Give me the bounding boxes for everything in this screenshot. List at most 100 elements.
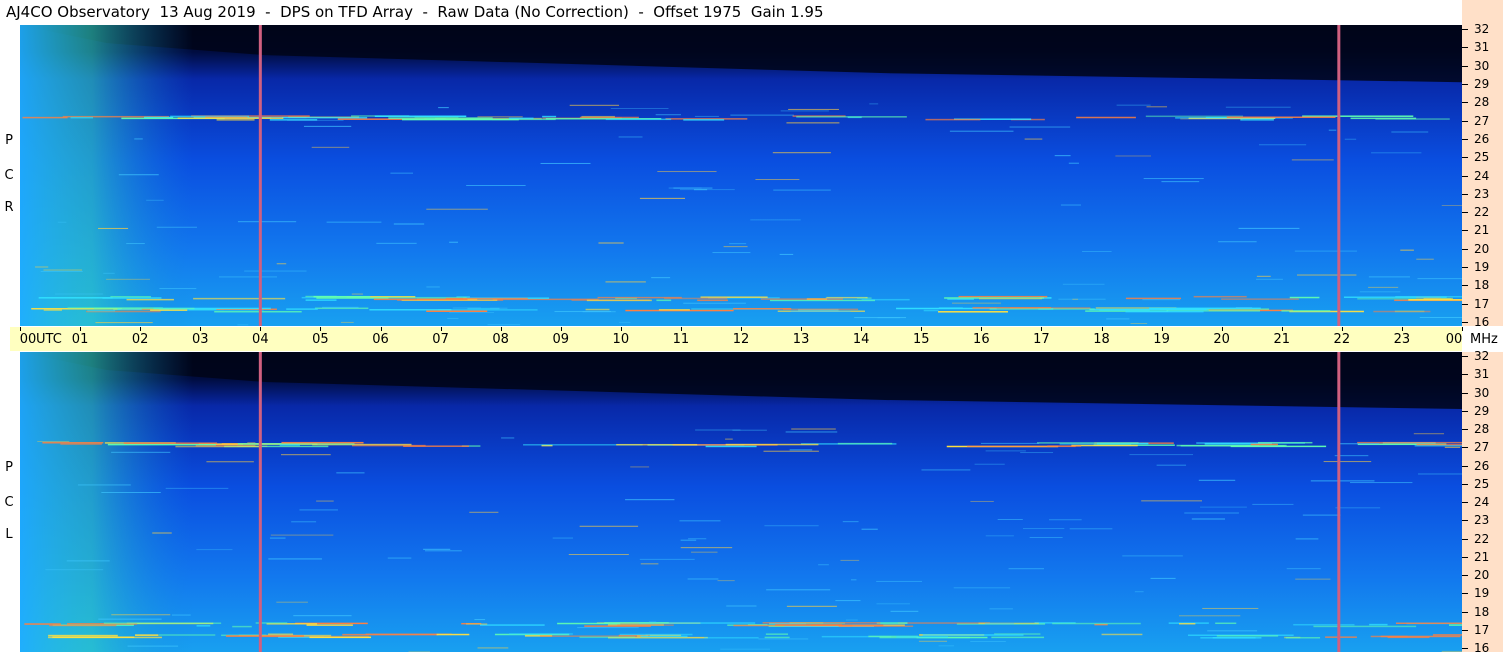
interference-line	[219, 276, 278, 278]
early-hours-glow	[20, 352, 1462, 652]
frequency-tick-mark	[1462, 157, 1468, 159]
interference-line	[639, 558, 695, 560]
interference-line	[840, 559, 860, 561]
frequency-tick-mark	[1462, 483, 1468, 485]
band-segment	[1125, 297, 1182, 300]
time-marker-line	[1337, 25, 1341, 326]
utc-tick-mark	[80, 327, 82, 331]
interference-line	[712, 252, 751, 254]
band-segment	[958, 295, 1048, 298]
interference-line	[723, 246, 748, 248]
band-segment	[658, 309, 690, 311]
utc-tick-label: 21	[1273, 332, 1291, 347]
interference-line	[98, 227, 129, 229]
interference-line	[1416, 258, 1434, 260]
interference-line	[299, 509, 338, 511]
interference-line	[126, 243, 145, 245]
band-segment	[765, 633, 789, 635]
band-segment	[509, 633, 573, 635]
frequency-tick-mark	[1462, 65, 1468, 67]
band-segment	[542, 115, 557, 118]
interference-line	[985, 535, 1014, 537]
band-segment	[1240, 119, 1274, 121]
frequency-tick-label: 31	[1474, 40, 1490, 55]
interference-line	[1024, 138, 1043, 140]
utc-tick-mark	[921, 327, 923, 331]
interference-line	[393, 223, 425, 225]
interference-line	[974, 463, 1005, 465]
interference-line	[477, 116, 523, 118]
band-segment	[87, 310, 116, 312]
interference-line	[1252, 503, 1294, 505]
interference-line	[111, 451, 171, 453]
interference-line	[639, 197, 686, 199]
interference-line	[293, 615, 352, 617]
interference-line	[861, 528, 878, 530]
band-segment	[733, 307, 792, 310]
interference-line	[269, 537, 286, 539]
frequency-tick-mark	[1462, 410, 1468, 412]
band-segment	[597, 296, 682, 299]
frequency-tick-mark	[1462, 538, 1468, 540]
band-segment	[897, 622, 990, 624]
interference-line	[1371, 152, 1422, 154]
interference-line	[1256, 275, 1271, 277]
band-segment	[126, 298, 174, 301]
utc-tick-label: 10	[612, 332, 630, 347]
band-segment	[342, 633, 439, 636]
band-segment	[286, 308, 318, 310]
frequency-tick-label: 30	[1474, 58, 1490, 73]
interference-line	[37, 441, 70, 443]
interference-line	[303, 125, 352, 127]
band-segment	[107, 443, 216, 446]
interference-line	[605, 281, 646, 283]
band-segment	[584, 625, 651, 627]
utc-unit-label: UTC	[36, 332, 62, 347]
interference-line	[156, 226, 197, 228]
interference-line	[1225, 106, 1291, 108]
interference-line	[35, 266, 49, 268]
frequency-tick-mark	[1462, 193, 1468, 195]
interference-line	[1338, 443, 1380, 445]
utc-time-axis: UTC 00 01 02 03 04 05 06 07 08 09 10 11 12 13 14 15 16 17…	[10, 327, 1463, 351]
frequency-tick-mark	[1462, 138, 1468, 140]
frequency-tick-label: 32	[1474, 349, 1490, 363]
interference-line	[270, 534, 334, 536]
interference-line	[134, 138, 143, 140]
frequency-tick-label: 23	[1474, 186, 1490, 201]
interference-line	[694, 115, 719, 117]
interference-line	[725, 438, 733, 440]
frequency-tick-label: 24	[1474, 168, 1490, 183]
frequency-tick-label: 20	[1474, 568, 1490, 582]
frequency-tick-label: 29	[1474, 403, 1490, 418]
band-segment	[1281, 310, 1331, 312]
band-segment	[925, 118, 981, 121]
band-segment	[1245, 445, 1285, 447]
interference-line	[469, 511, 499, 513]
utc-tick-mark	[1401, 327, 1403, 331]
interference-line	[598, 242, 624, 244]
band-segment	[704, 637, 759, 639]
utc-tick-label: 19	[1153, 332, 1170, 347]
interference-line	[1368, 286, 1399, 288]
band-segment	[42, 441, 104, 444]
interference-line	[1328, 129, 1337, 131]
page-title: AJ4CO Observatory 13 Aug 2019 - DPS on T…	[6, 3, 824, 21]
band-segment	[135, 634, 159, 636]
interference-line	[610, 108, 669, 110]
frequency-tick-label: 22	[1474, 205, 1490, 220]
utc-tick-mark	[1221, 327, 1223, 331]
band-segment	[605, 118, 672, 121]
interference-line	[720, 648, 771, 650]
interference-line	[1255, 278, 1283, 280]
time-marker-line	[1337, 352, 1341, 652]
band-segment	[22, 116, 68, 119]
band-segment	[1423, 297, 1453, 300]
interference-line	[540, 162, 591, 164]
utc-tick-label: 07	[432, 332, 449, 347]
band-segment	[1089, 308, 1207, 311]
frequency-tick-label: 18	[1474, 278, 1490, 293]
interference-line	[466, 185, 526, 187]
band-segment	[24, 623, 61, 625]
frequency-tick-label: 25	[1474, 476, 1490, 491]
